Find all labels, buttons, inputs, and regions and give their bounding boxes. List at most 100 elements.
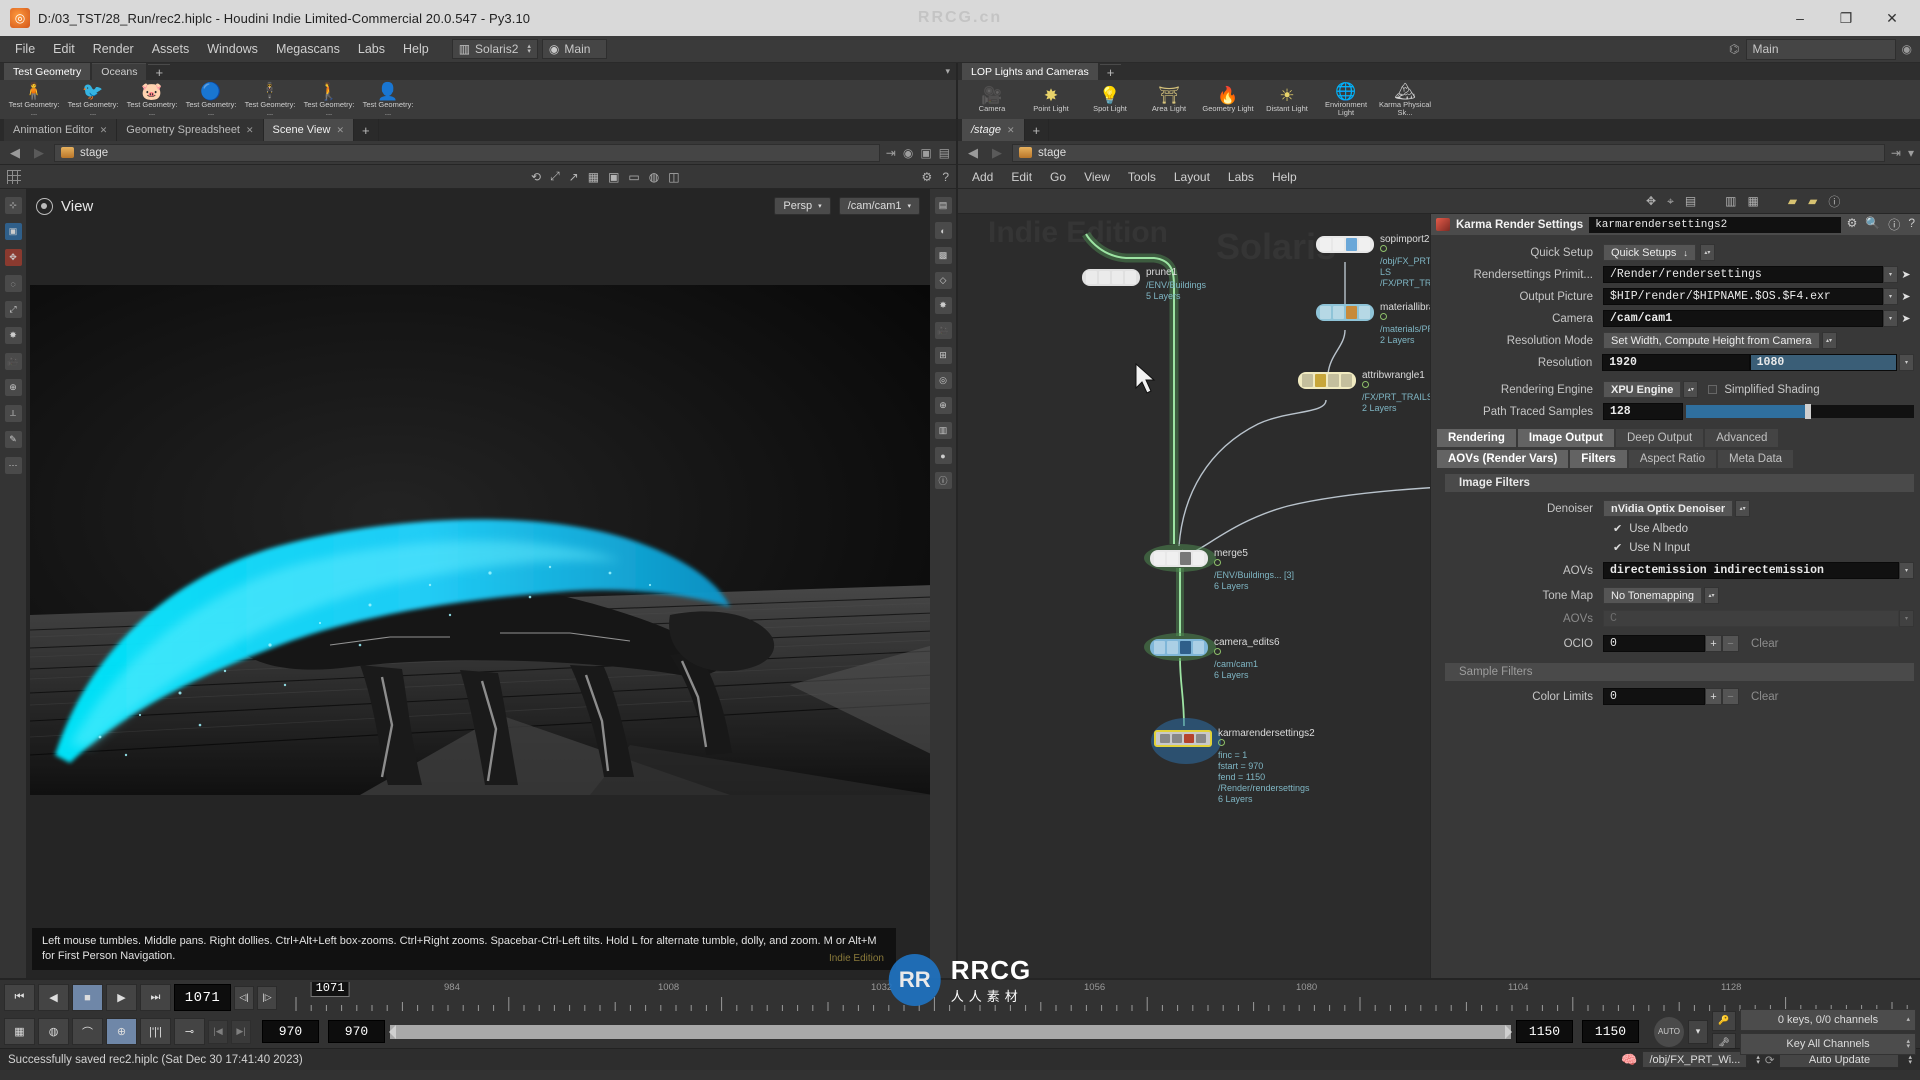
resolution-height-input[interactable]: 1080 <box>1749 354 1898 371</box>
chevron-down-icon[interactable]: ▾ <box>1908 146 1914 160</box>
range-end-field[interactable]: 1150 <box>1516 1020 1573 1043</box>
resolution-mode-spinner[interactable]: ▴▾ <box>1821 332 1837 349</box>
quick-setups-menu[interactable]: Quick Setups ↓ <box>1603 244 1696 261</box>
rendering-engine-spinner[interactable]: ▴▾ <box>1683 381 1699 398</box>
menu-labs[interactable]: Labs <box>349 38 394 60</box>
handles-icon[interactable]: ⤢ <box>550 169 560 184</box>
rendersettings-primitive-picker-icon[interactable]: ➤ <box>1898 268 1914 281</box>
node-menu-labs[interactable]: Labs <box>1220 167 1262 187</box>
menu-megascans[interactable]: Megascans <box>267 38 349 60</box>
set-key-icon[interactable]: 🔑 <box>1712 1010 1736 1031</box>
shelf-item[interactable]: 🐦 Test Geometry: ... <box>65 82 121 117</box>
range-prev-button[interactable]: |◀ <box>208 1019 228 1044</box>
camera-mode-selector[interactable]: Persp ▾ <box>774 197 831 215</box>
select-icon[interactable]: ⟲ <box>531 170 541 184</box>
desktop-selector[interactable]: ▥ Solaris2 ▴ ▾ <box>451 39 538 59</box>
key-all-channels-field[interactable]: Key All Channels ▴ ▾ <box>1740 1032 1916 1055</box>
network-tool-folder2-icon[interactable]: ▰ <box>1808 194 1817 208</box>
move-icon[interactable]: ↗ <box>569 170 579 184</box>
view-layout-icon[interactable]: ▦ <box>588 170 599 184</box>
node-path-field[interactable]: /obj/FX_PRT_Wi... <box>1642 1051 1748 1068</box>
right-pane-add-tab[interactable]: + <box>1025 119 1050 141</box>
key-markers-button[interactable]: |'|'| <box>140 1018 171 1045</box>
tab-image-output[interactable]: Image Output <box>1517 429 1614 447</box>
shelf-tab-lop-lights-cameras[interactable]: LOP Lights and Cameras <box>962 63 1098 80</box>
node-karmarendersettings2[interactable]: karmarendersettings2 finc = 1 fstart = 9… <box>1154 728 1315 804</box>
jump-to-start-button[interactable]: ⏮ <box>4 984 35 1011</box>
tab-filters[interactable]: Filters <box>1570 450 1627 468</box>
node-display-flag[interactable] <box>1380 245 1387 252</box>
chevron-updown-icon[interactable]: ▴ <box>1906 1016 1910 1023</box>
network-tool-grid-icon[interactable]: ▤ <box>1685 194 1696 208</box>
shelf-item[interactable]: 🧍 Test Geometry: ... <box>6 82 62 117</box>
checkmark-icon[interactable]: ✔ <box>1613 541 1622 554</box>
shelf-item-geometry-light[interactable]: 🔥 Geometry Light <box>1200 86 1256 113</box>
playback-range-button[interactable]: ⌒ <box>72 1018 103 1045</box>
camera-tool-icon[interactable]: 🎥 <box>4 353 22 370</box>
menu-windows[interactable]: Windows <box>198 38 267 60</box>
close-button[interactable]: ✕ <box>1870 3 1914 33</box>
path-traced-samples-input[interactable]: 128 <box>1603 403 1683 420</box>
range-start-field[interactable]: 970 <box>262 1020 319 1043</box>
node-sopimport2[interactable]: sopimport2 /obj/FX_PRT_Trails/O LS /FX/P… <box>1316 234 1468 288</box>
camera-dropdown[interactable]: ▾ <box>1883 310 1898 327</box>
chevron-updown-icon[interactable]: ▴ ▾ <box>1906 1038 1910 1050</box>
network-tool-folder-icon[interactable]: ▰ <box>1788 194 1797 208</box>
node-display-flag[interactable] <box>1218 739 1225 746</box>
aovs-dropdown[interactable]: ▾ <box>1899 562 1914 579</box>
node-display-flag[interactable] <box>1214 559 1221 566</box>
forward-arrow-icon[interactable]: ▶ <box>988 145 1006 161</box>
network-tool-list-icon[interactable]: ▥ <box>1725 194 1736 208</box>
network-tool-move-icon[interactable]: ✥ <box>1646 194 1656 208</box>
range-handle-left[interactable] <box>389 1024 396 1039</box>
network-tool-info-icon[interactable]: ⓘ <box>1828 193 1840 210</box>
tab-scene-view[interactable]: Scene View ✕ <box>263 119 354 141</box>
node-menu-layout[interactable]: Layout <box>1166 167 1218 187</box>
autokey-button[interactable]: ⊕ <box>106 1018 137 1045</box>
shelf-tab-test-geometry[interactable]: Test Geometry <box>4 63 91 80</box>
help-icon[interactable]: ? <box>1908 216 1915 233</box>
measure-tool-icon[interactable]: ⟂ <box>4 405 22 422</box>
forward-arrow-icon[interactable]: ▶ <box>30 145 48 161</box>
pin-icon[interactable]: ⇥ <box>886 146 896 160</box>
node-name-field[interactable]: karmarendersettings2 <box>1589 216 1841 233</box>
shelf-item-distant-light[interactable]: ☀ Distant Light <box>1259 86 1315 113</box>
rendersettings-primitive-input[interactable]: /Render/rendersettings <box>1603 266 1883 283</box>
range-next-button[interactable]: ▶| <box>231 1019 251 1044</box>
shelf-item-point-light[interactable]: ✸ Point Light <box>1023 86 1079 113</box>
range-end2-field[interactable]: 1150 <box>1582 1020 1639 1043</box>
resolution-dropdown[interactable]: ▾ <box>1899 354 1914 371</box>
snap-tool-icon[interactable]: ⊕ <box>4 379 22 396</box>
menu-file[interactable]: File <box>6 38 44 60</box>
node-network-canvas[interactable]: Indie Edition Solaris <box>958 214 1920 978</box>
info-icon[interactable]: ⓘ <box>1888 216 1900 233</box>
resolution-width-input[interactable]: 1920 <box>1602 354 1750 371</box>
auto-key-menu-button[interactable]: ▾ <box>1688 1019 1708 1044</box>
shelf-item[interactable]: 🐷 Test Geometry: ... <box>124 82 180 117</box>
node-menu-add[interactable]: Add <box>964 167 1001 187</box>
audio-button[interactable]: ⊸ <box>174 1018 205 1045</box>
node-merge5[interactable]: merge5 /ENV/Buildings... [3] 6 Layers <box>1150 548 1294 591</box>
tab-geometry-spreadsheet[interactable]: Geometry Spreadsheet ✕ <box>117 119 264 141</box>
ocio-input[interactable]: 0 <box>1603 635 1705 652</box>
node-body[interactable] <box>1316 304 1374 321</box>
tab-advanced[interactable]: Advanced <box>1705 429 1779 447</box>
tab-animation-editor[interactable]: Animation Editor ✕ <box>4 119 118 141</box>
guide-icon[interactable]: ⊞ <box>934 347 952 364</box>
menu-help[interactable]: Help <box>394 38 438 60</box>
camera-input[interactable]: /cam/cam1 <box>1603 310 1883 327</box>
rendersettings-primitive-dropdown[interactable]: ▾ <box>1883 266 1898 283</box>
current-frame-field[interactable]: 1071 <box>174 984 231 1011</box>
keyframe-mode-button[interactable]: ▦ <box>4 1018 35 1045</box>
back-arrow-icon[interactable]: ◀ <box>6 145 24 161</box>
slider-knob[interactable] <box>1804 404 1811 419</box>
auto-key-dial[interactable]: AUTO <box>1654 1016 1684 1047</box>
view-tool-icon[interactable]: ⊹ <box>4 197 22 214</box>
ghost-icon[interactable]: ◇ <box>934 272 952 289</box>
gear-icon[interactable]: ⚙ <box>1847 216 1858 233</box>
viewport-canvas[interactable]: View Persp ▾ /cam/cam1 ▾ Left mouse tumb… <box>26 189 930 978</box>
tab-meta-data[interactable]: Meta Data <box>1718 450 1794 468</box>
aovs-input[interactable]: directemission indirectemission <box>1603 562 1899 579</box>
shelf-item[interactable]: 🔵 Test Geometry: ... <box>183 82 239 117</box>
tab-aovs-render-vars[interactable]: AOVs (Render Vars) <box>1437 450 1569 468</box>
